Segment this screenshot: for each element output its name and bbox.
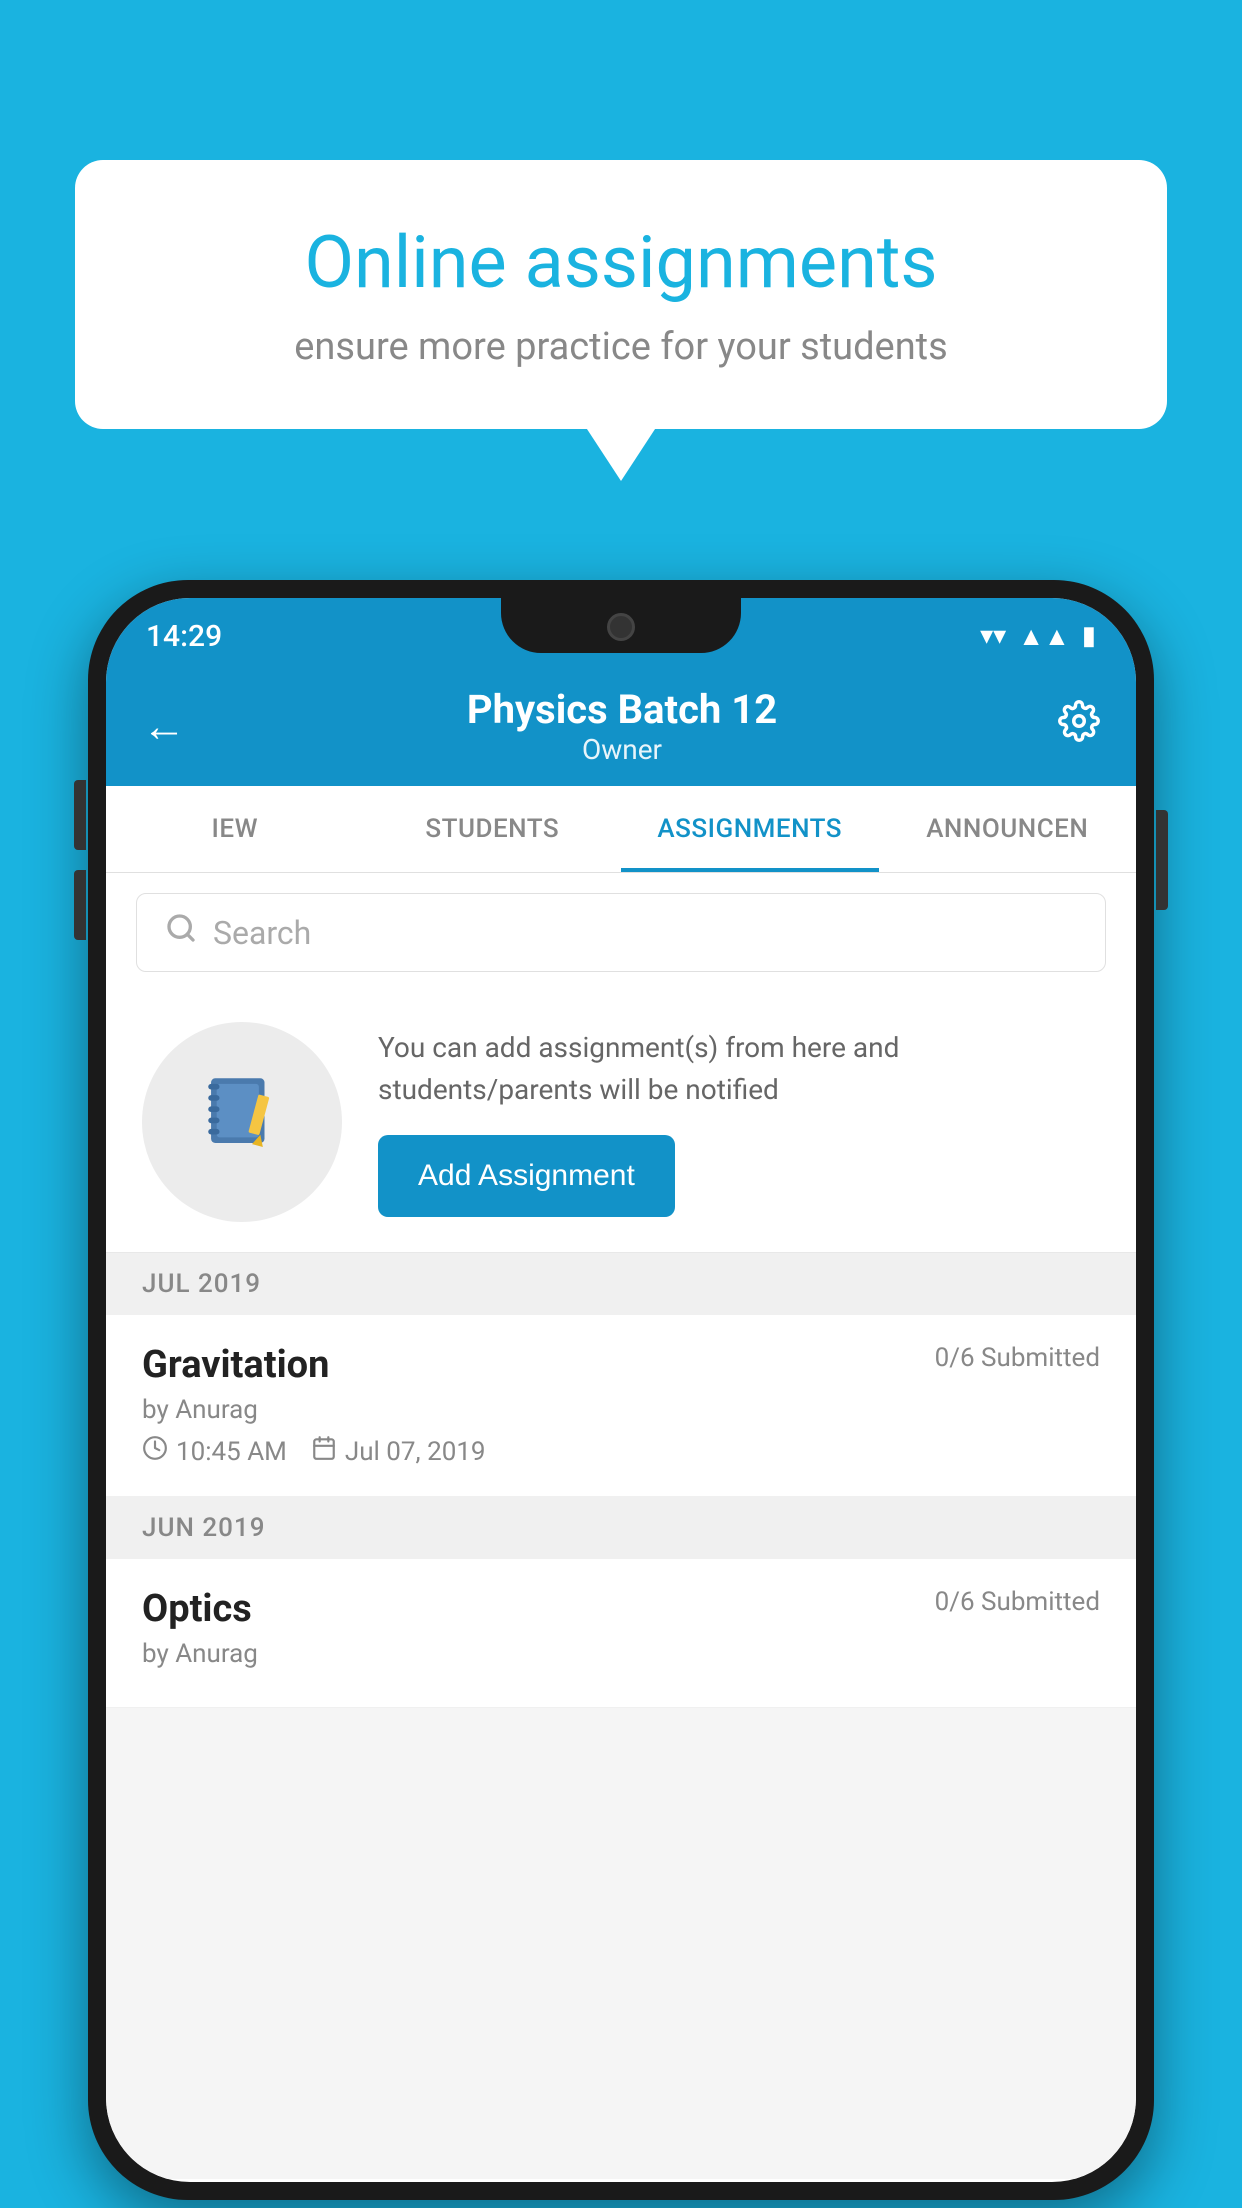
section-header-jun: JUN 2019 [106,1497,1136,1559]
tab-announcements[interactable]: ANNOUNCEN [879,786,1137,872]
phone-container: 14:29 ▾▾ ▲▲ ▮ ← Physics Batch 12 Owner [88,580,1154,2200]
header-title: Physics Batch 12 [467,686,777,733]
tab-students[interactable]: STUDENTS [364,786,622,872]
settings-button[interactable] [1058,700,1100,753]
promo-section: You can add assignment(s) from here and … [106,992,1136,1253]
app-header: ← Physics Batch 12 Owner [106,666,1136,786]
assignment-item-optics[interactable]: Optics 0/6 Submitted by Anurag [106,1559,1136,1708]
volume-down-button [74,870,86,940]
back-button[interactable]: ← [142,700,186,752]
section-header-jul: JUL 2019 [106,1253,1136,1315]
signal-icon: ▲▲ [1018,621,1069,652]
tabs-container: IEW STUDENTS ASSIGNMENTS ANNOUNCEN [106,786,1136,873]
notebook-icon [197,1067,287,1177]
assignment-submitted: 0/6 Submitted [935,1343,1100,1373]
speech-bubble-subtitle: ensure more practice for your students [155,325,1087,369]
promo-text: You can add assignment(s) from here and … [378,1027,1100,1111]
assignment-title: Gravitation [142,1343,329,1387]
battery-icon: ▮ [1082,621,1096,651]
status-icons: ▾▾ ▲▲ ▮ [980,621,1096,652]
assignment-author: by Anurag [142,1395,1100,1425]
header-center: Physics Batch 12 Owner [467,686,777,766]
phone-camera [607,613,635,641]
header-subtitle: Owner [467,733,777,766]
phone-outer: 14:29 ▾▾ ▲▲ ▮ ← Physics Batch 12 Owner [88,580,1154,2200]
phone-notch [501,598,741,653]
screen-content: Search [106,873,1136,2179]
assignment-row1: Gravitation 0/6 Submitted [142,1343,1100,1387]
speech-bubble: Online assignments ensure more practice … [75,160,1167,429]
speech-bubble-container: Online assignments ensure more practice … [75,160,1167,429]
assignment-item-gravitation[interactable]: Gravitation 0/6 Submitted by Anurag [106,1315,1136,1497]
promo-content: You can add assignment(s) from here and … [378,1027,1100,1217]
optics-row1: Optics 0/6 Submitted [142,1587,1100,1631]
promo-icon-circle [142,1022,342,1222]
power-button [1156,810,1168,910]
optics-submitted: 0/6 Submitted [935,1587,1100,1617]
assignment-date: Jul 07, 2019 [311,1435,486,1468]
search-icon [165,912,197,953]
speech-bubble-title: Online assignments [155,220,1087,305]
assignment-time: 10:45 AM [142,1435,287,1468]
add-assignment-button[interactable]: Add Assignment [378,1135,675,1217]
volume-up-button [74,780,86,850]
tab-assignments[interactable]: ASSIGNMENTS [621,786,879,872]
search-container: Search [106,873,1136,992]
phone-screen: 14:29 ▾▾ ▲▲ ▮ ← Physics Batch 12 Owner [106,598,1136,2182]
clock-icon [142,1435,168,1468]
optics-author: by Anurag [142,1639,1100,1669]
status-time: 14:29 [146,619,222,654]
assignment-meta: 10:45 AM Jul 07, 201 [142,1435,1100,1468]
calendar-icon [311,1435,337,1468]
search-input-placeholder: Search [213,914,311,952]
tab-iew[interactable]: IEW [106,786,364,872]
wifi-icon: ▾▾ [980,621,1006,651]
search-bar[interactable]: Search [136,893,1106,972]
optics-title: Optics [142,1587,252,1631]
